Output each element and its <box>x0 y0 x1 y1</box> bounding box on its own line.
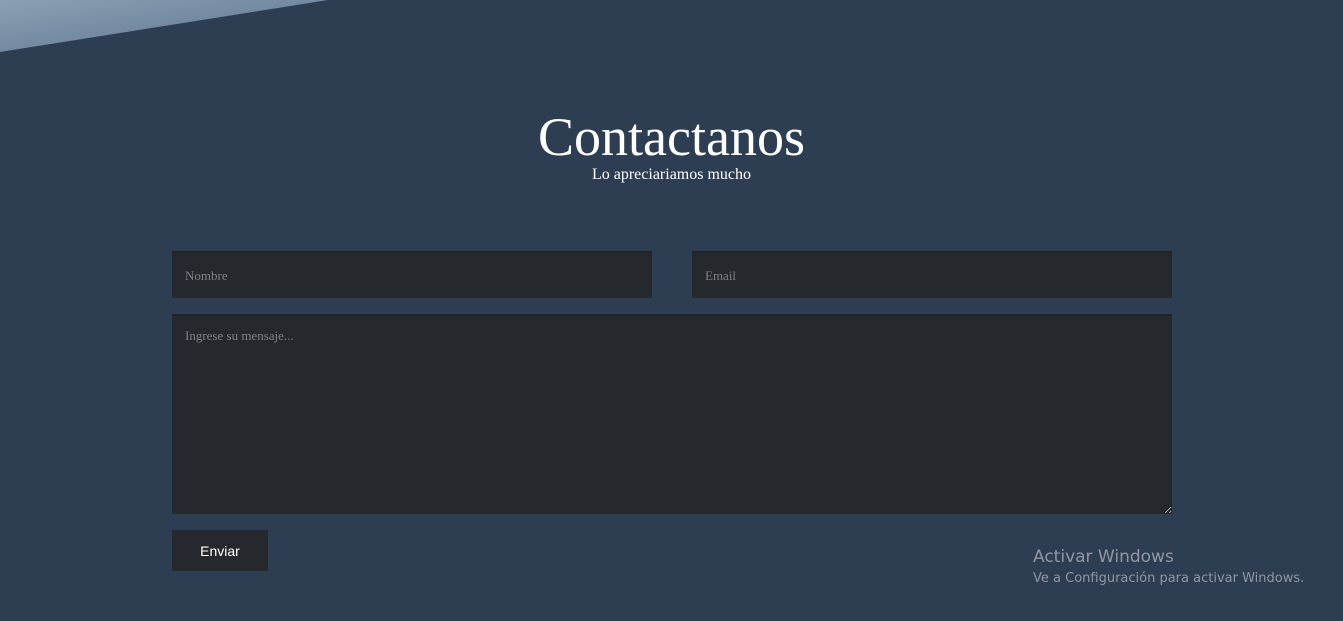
watermark-text: Ve a Configuración para activar Windows. <box>1033 571 1305 586</box>
email-input[interactable] <box>692 251 1172 298</box>
contact-heading: Contactanos Lo apreciariamos mucho <box>0 104 1343 184</box>
name-input[interactable] <box>172 251 652 298</box>
send-button[interactable]: Enviar <box>172 530 268 571</box>
page-title: Contactanos <box>538 107 805 167</box>
windows-activation-watermark: Activar Windows Ve a Configuración para … <box>1033 546 1304 588</box>
page-subtitle: Lo apreciariamos mucho <box>591 166 752 183</box>
message-textarea[interactable] <box>172 314 1172 514</box>
watermark-title: Activar Windows <box>1033 547 1174 567</box>
background-image-corner <box>0 0 328 52</box>
